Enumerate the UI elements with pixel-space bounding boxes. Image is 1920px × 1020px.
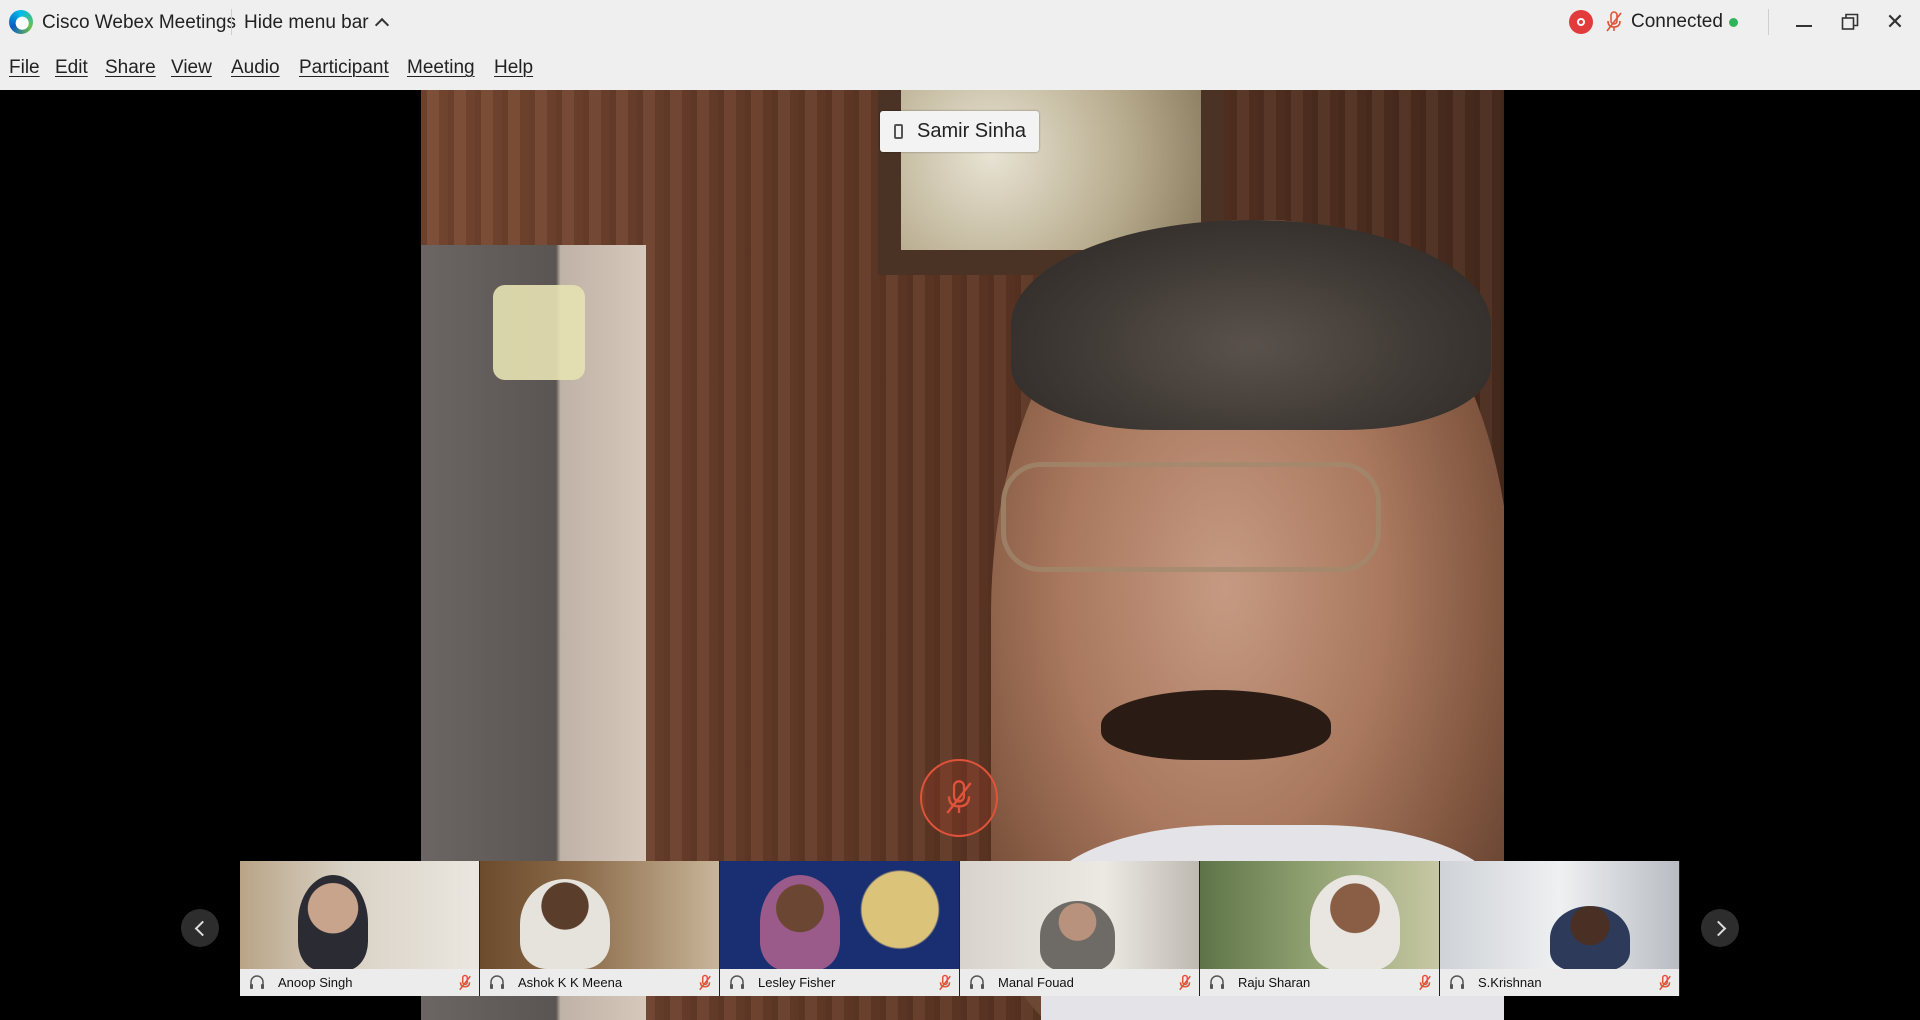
headset-icon <box>490 975 504 989</box>
participant-figure <box>520 879 610 969</box>
filmstrip-next-button[interactable] <box>1701 909 1739 947</box>
participant-tile[interactable]: Ashok K K Meena <box>480 861 720 996</box>
participant-video <box>480 861 719 969</box>
participant-figure <box>760 875 840 970</box>
minimize-button[interactable] <box>1786 6 1822 38</box>
close-button[interactable]: ✕ <box>1877 6 1913 38</box>
menu-audio[interactable]: Audio <box>231 57 280 79</box>
participant-filmstrip: Anoop Singh Ashok K K Meena Lesley Fishe… <box>240 861 1680 996</box>
headset-icon <box>1210 975 1224 989</box>
speaker-mustache <box>1101 690 1331 760</box>
participant-tile[interactable]: Anoop Singh <box>240 861 480 996</box>
participant-video <box>960 861 1199 971</box>
microphone-muted-icon <box>699 974 711 991</box>
app-title: Cisco Webex Meetings <box>42 12 236 33</box>
hide-menu-bar-label: Hide menu bar <box>244 12 369 33</box>
participant-tile[interactable]: S.Krishnan <box>1440 861 1680 996</box>
participant-video <box>240 861 479 970</box>
recording-icon[interactable] <box>1569 10 1593 34</box>
participant-name: Anoop Singh <box>278 975 353 990</box>
participant-name: Lesley Fisher <box>758 975 836 990</box>
restore-icon <box>1841 13 1859 30</box>
participant-name: S.Krishnan <box>1478 975 1542 990</box>
participant-tile[interactable]: Lesley Fisher <box>720 861 960 996</box>
menu-view[interactable]: View <box>171 57 212 79</box>
participant-name-bar: Anoop Singh <box>240 969 479 996</box>
participant-name-bar: Manal Fouad <box>960 969 1199 996</box>
participant-figure <box>298 875 368 970</box>
participant-name-bar: Lesley Fisher <box>720 969 959 996</box>
restore-button[interactable] <box>1832 6 1868 38</box>
menu-participant[interactable]: Participant <box>299 57 389 79</box>
background-sticker <box>493 285 585 380</box>
microphone-muted-icon <box>946 780 972 814</box>
participant-name-bar: S.Krishnan <box>1440 969 1679 996</box>
chevron-left-icon <box>194 920 210 936</box>
hide-menu-bar-button[interactable]: Hide menu bar <box>244 12 389 34</box>
headset-icon <box>1450 975 1464 989</box>
connection-status-dot <box>1729 18 1738 27</box>
webex-logo-icon <box>9 10 33 34</box>
menu-help[interactable]: Help <box>494 57 533 79</box>
participant-tile[interactable]: Manal Fouad <box>960 861 1200 996</box>
participant-name: Ashok K K Meena <box>518 975 623 990</box>
microphone-muted-icon <box>1659 974 1671 991</box>
speaker-hair <box>1011 220 1491 430</box>
menu-bar: File Edit Share View Audio Participant M… <box>0 44 1920 90</box>
close-icon: ✕ <box>1885 9 1905 34</box>
active-speaker-name: Samir Sinha <box>917 120 1026 142</box>
participant-figure <box>1040 901 1115 971</box>
menu-file[interactable]: File <box>9 57 40 79</box>
title-divider <box>231 9 232 35</box>
microphone-muted-icon[interactable] <box>1605 10 1623 34</box>
phone-icon <box>894 124 903 139</box>
speaker-muted-indicator <box>920 759 998 837</box>
headset-icon <box>730 975 744 989</box>
chevron-right-icon <box>1710 920 1726 936</box>
participant-video <box>1200 861 1439 970</box>
microphone-muted-icon <box>1179 974 1191 991</box>
participant-video <box>720 861 959 970</box>
speaker-glasses <box>1001 462 1381 572</box>
menu-edit[interactable]: Edit <box>55 57 88 79</box>
microphone-muted-icon <box>459 974 471 991</box>
microphone-muted-icon <box>939 974 951 991</box>
participant-name-bar: Raju Sharan <box>1200 969 1439 996</box>
headset-icon <box>970 975 984 989</box>
menu-share[interactable]: Share <box>105 57 156 79</box>
active-speaker-name-label: Samir Sinha <box>880 111 1039 152</box>
filmstrip-previous-button[interactable] <box>181 909 219 947</box>
connection-status[interactable]: Connected <box>1631 11 1723 33</box>
headset-icon <box>250 975 264 989</box>
participant-name-bar: Ashok K K Meena <box>480 969 719 996</box>
participant-tile[interactable]: Raju Sharan <box>1200 861 1440 996</box>
participant-name: Manal Fouad <box>998 975 1074 990</box>
participant-figure <box>1310 875 1400 970</box>
participant-name: Raju Sharan <box>1238 975 1311 990</box>
participant-video <box>1440 861 1679 971</box>
window-controls-divider <box>1768 9 1769 35</box>
menu-meeting[interactable]: Meeting <box>407 57 475 79</box>
microphone-muted-icon <box>1419 974 1431 991</box>
participant-figure <box>1550 906 1630 971</box>
chevron-up-icon <box>374 17 389 33</box>
title-bar: Cisco Webex Meetings Hide menu bar Conne… <box>0 0 1920 44</box>
